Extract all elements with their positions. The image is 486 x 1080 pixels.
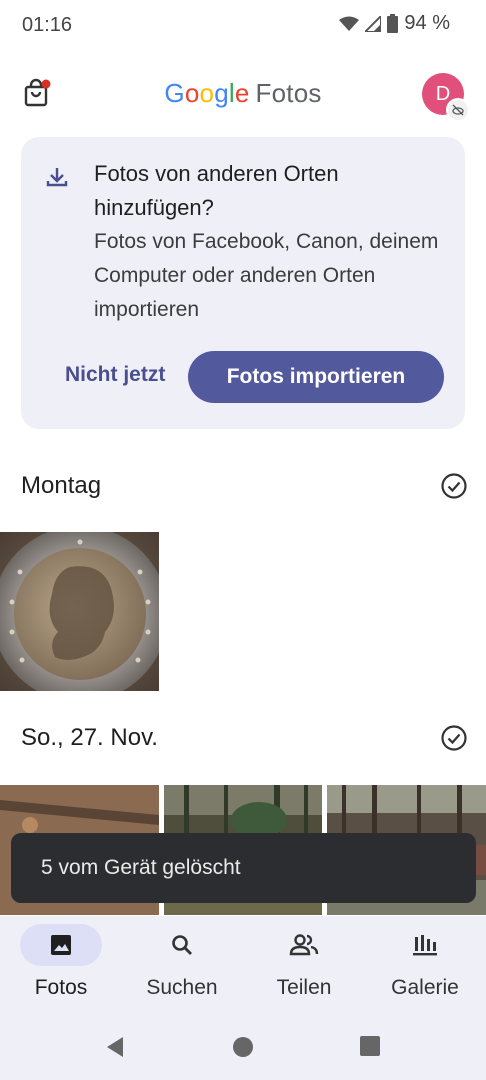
photo-thumbnail[interactable] bbox=[0, 532, 159, 691]
recents-icon[interactable] bbox=[360, 1036, 380, 1056]
app-logo: Google Fotos bbox=[164, 78, 322, 108]
bottom-navigation: Fotos Suchen Teilen Galerie bbox=[0, 916, 486, 1006]
photo-icon bbox=[51, 935, 71, 955]
nav-icon-container bbox=[384, 924, 466, 966]
nav-label: Fotos bbox=[34, 976, 88, 999]
nav-item-suchen[interactable]: Suchen bbox=[121, 924, 243, 1004]
library-icon bbox=[413, 935, 437, 956]
nav-active-indicator bbox=[20, 924, 102, 966]
not-now-button[interactable]: Nicht jetzt bbox=[65, 363, 165, 387]
select-all-check-icon[interactable] bbox=[440, 472, 468, 500]
signal-icon bbox=[365, 15, 382, 32]
nav-label: Suchen bbox=[146, 976, 218, 999]
date-section-header: Montag bbox=[0, 468, 486, 508]
download-icon bbox=[46, 168, 68, 187]
date-section-header: So., 27. Nov. bbox=[0, 720, 486, 760]
status-bar: 01:16 94 % bbox=[0, 0, 486, 52]
status-time: 01:16 bbox=[22, 14, 73, 36]
battery-icon bbox=[387, 14, 399, 33]
app-bar: Google Fotos D bbox=[0, 60, 486, 130]
import-card-description: Fotos von Facebook, Canon, deinem Comput… bbox=[94, 230, 439, 321]
battery-percent: 94 % bbox=[404, 12, 450, 34]
back-icon[interactable] bbox=[105, 1036, 125, 1058]
home-icon[interactable] bbox=[232, 1036, 254, 1058]
nav-item-fotos[interactable]: Fotos bbox=[0, 924, 122, 1004]
nav-icon-container bbox=[263, 924, 345, 966]
wifi-icon bbox=[339, 16, 360, 31]
nav-label: Teilen bbox=[276, 976, 332, 999]
section-date-label: So., 27. Nov. bbox=[21, 724, 158, 751]
nav-icon-container bbox=[141, 924, 223, 966]
import-card-title: Fotos von anderen Orten hinzufügen? bbox=[94, 161, 339, 220]
section-date-label: Montag bbox=[21, 472, 102, 499]
cloud-off-icon bbox=[452, 104, 464, 116]
status-icons: 94 % bbox=[339, 12, 450, 35]
people-icon bbox=[289, 934, 319, 956]
coin-photo bbox=[0, 532, 159, 691]
system-navigation-bar bbox=[0, 1006, 486, 1080]
import-photos-card: Fotos von anderen Orten hinzufügen? Foto… bbox=[21, 137, 465, 429]
snackbar-message: 5 vom Gerät gelöscht bbox=[41, 856, 241, 879]
search-icon bbox=[172, 935, 192, 955]
snackbar: 5 vom Gerät gelöscht bbox=[11, 833, 476, 903]
nav-item-galerie[interactable]: Galerie bbox=[364, 924, 486, 1004]
select-all-check-icon[interactable] bbox=[440, 724, 468, 752]
nav-label: Galerie bbox=[391, 976, 459, 999]
nav-item-teilen[interactable]: Teilen bbox=[243, 924, 365, 1004]
import-photos-button[interactable]: Fotos importieren bbox=[188, 351, 444, 403]
backup-off-badge bbox=[446, 98, 470, 122]
